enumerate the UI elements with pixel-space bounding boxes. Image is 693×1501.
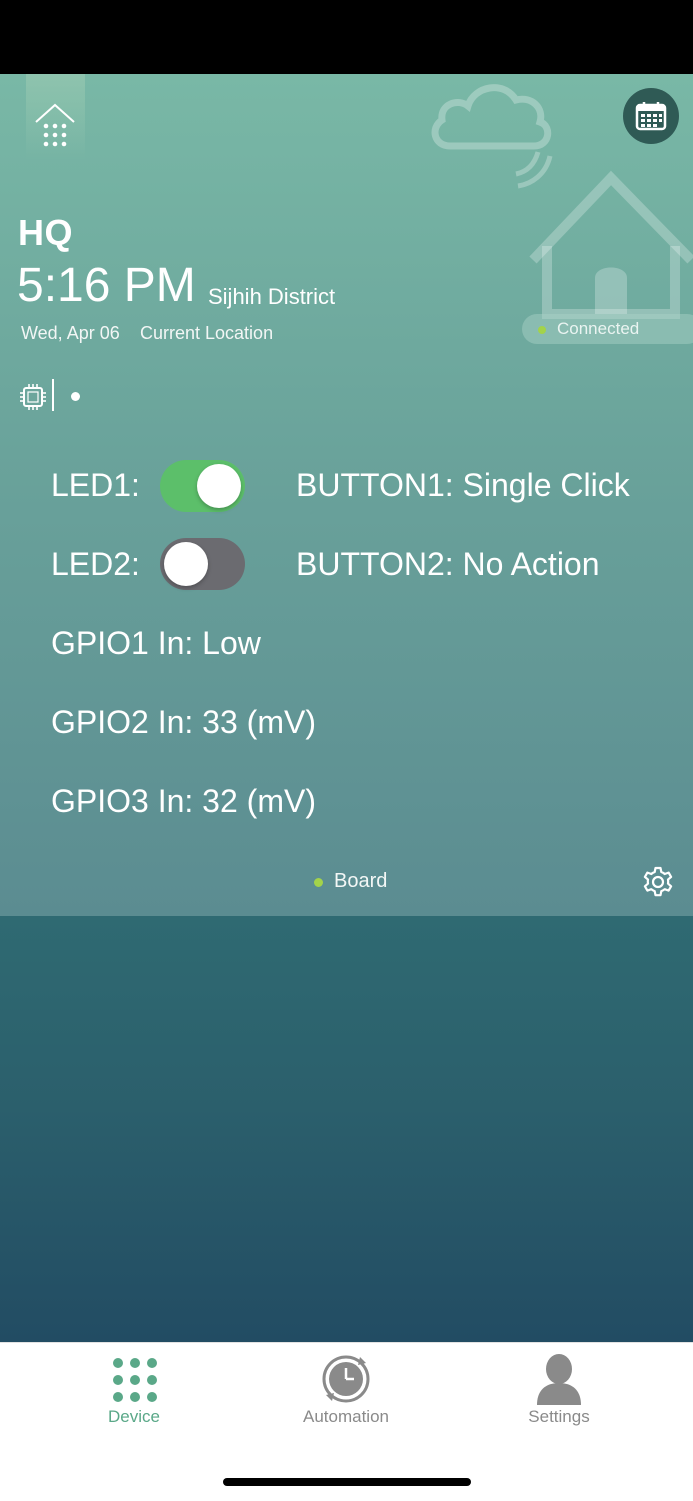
gpio2-reading: GPIO2 In: 33 (mV) <box>51 704 316 740</box>
status-bar <box>0 0 693 74</box>
tab-device[interactable]: Device <box>44 1343 224 1453</box>
led1-label: LED1: <box>51 467 140 503</box>
tab-device-label: Device <box>108 1407 160 1426</box>
chip-separator <box>52 379 54 411</box>
calendar-icon <box>635 102 667 131</box>
board-status-dot <box>314 878 323 887</box>
current-time: 5:16 PM <box>17 259 196 312</box>
gpio1-reading: GPIO1 In: Low <box>51 625 261 661</box>
gpio3-reading: GPIO3 In: 32 (mV) <box>51 783 316 819</box>
district-name: Sijhih District <box>208 284 336 309</box>
tab-settings-label: Settings <box>528 1407 590 1426</box>
location-name: HQ <box>18 212 73 253</box>
calendar-button[interactable] <box>623 88 679 144</box>
tab-automation-label: Automation <box>303 1407 389 1426</box>
page-indicator-dot <box>71 392 80 401</box>
person-icon <box>537 1354 581 1405</box>
current-location-label: Current Location <box>140 323 274 343</box>
toggle-knob <box>197 464 241 508</box>
led2-toggle[interactable] <box>160 538 245 590</box>
button2-status: BUTTON2: No Action <box>296 546 600 582</box>
button1-status: BUTTON1: Single Click <box>296 467 630 503</box>
empty-content-area <box>0 916 693 1342</box>
board-label: Board <box>334 870 388 892</box>
grid-dots-icon <box>113 1358 157 1402</box>
home-grid-icon <box>35 103 75 147</box>
tab-settings[interactable]: Settings <box>469 1343 649 1453</box>
connection-dot <box>538 326 546 334</box>
home-indicator <box>223 1478 471 1486</box>
clock-icon <box>322 1355 370 1403</box>
toggle-knob <box>164 542 208 586</box>
led2-label: LED2: <box>51 546 140 582</box>
tab-automation[interactable]: Automation <box>256 1343 436 1453</box>
current-date: Wed, Apr 06 <box>21 323 120 343</box>
connection-badge: Connected <box>522 314 693 344</box>
gear-icon[interactable] <box>640 864 676 900</box>
chip-icon[interactable] <box>19 383 47 411</box>
home-button[interactable] <box>26 74 85 160</box>
house-icon <box>529 170 693 319</box>
device-panel: HQ 5:16 PM Sijhih District Wed, Apr 06 C… <box>0 74 693 916</box>
connection-status: Connected <box>557 319 640 338</box>
led1-toggle[interactable] <box>160 460 245 512</box>
